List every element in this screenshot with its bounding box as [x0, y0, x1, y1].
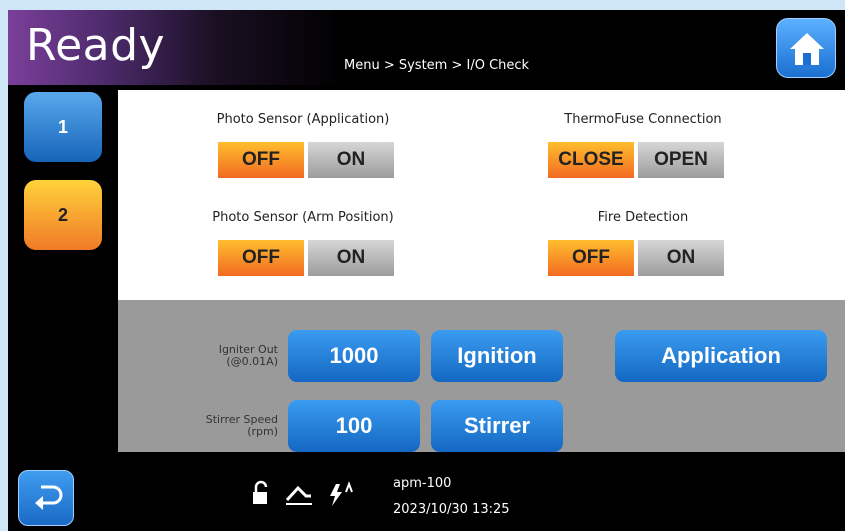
fire-detection-off-button[interactable]: OFF: [548, 240, 634, 276]
stirrer-speed-value-button[interactable]: 100: [288, 400, 420, 452]
stirrer-button[interactable]: Stirrer: [431, 400, 563, 452]
device-screen: Ready Menu > System > I/O Check 1 2 Phot…: [8, 10, 845, 531]
igniter-out-value-button[interactable]: 1000: [288, 330, 420, 382]
model-name: apm-100: [393, 476, 452, 491]
arm-icon: [285, 485, 312, 505]
tab-1[interactable]: 1: [24, 92, 102, 162]
io-status-panel: Photo Sensor (Application) OFF ON Thermo…: [118, 90, 845, 300]
unlock-icon: [253, 480, 268, 504]
flame-icon: [330, 481, 353, 506]
tab-2[interactable]: 2: [24, 180, 102, 250]
igniter-out-label-line2: (@0.01A): [226, 355, 278, 368]
breadcrumb: Menu > System > I/O Check: [344, 58, 530, 73]
photo-sensor-arm-off-button[interactable]: OFF: [218, 240, 304, 276]
ignition-button[interactable]: Ignition: [431, 330, 563, 382]
fire-detection-on-button[interactable]: ON: [638, 240, 724, 276]
thermofuse-close-button[interactable]: CLOSE: [548, 142, 634, 178]
home-button[interactable]: [776, 18, 836, 78]
stirrer-speed-label: Stirrer Speed (rpm): [168, 414, 278, 438]
stirrer-speed-label-line2: (rpm): [247, 425, 278, 438]
photo-sensor-application-off-button[interactable]: OFF: [218, 142, 304, 178]
thermofuse-open-button[interactable]: OPEN: [638, 142, 724, 178]
back-arrow-icon: [35, 485, 63, 510]
thermofuse-connection-label: ThermoFuse Connection: [564, 112, 722, 127]
status-title: Ready: [26, 20, 166, 71]
photo-sensor-application-on-button[interactable]: ON: [308, 142, 394, 178]
igniter-out-label: Igniter Out (@0.01A): [168, 344, 278, 368]
back-button[interactable]: [18, 470, 74, 526]
header-bar: Ready Menu > System > I/O Check: [8, 10, 845, 85]
home-icon: [790, 33, 824, 65]
control-panel: Igniter Out (@0.01A) 1000 Ignition Appli…: [118, 300, 845, 452]
photo-sensor-arm-label: Photo Sensor (Arm Position): [212, 210, 394, 225]
datetime: 2023/10/30 13:25: [393, 502, 510, 517]
application-button[interactable]: Application: [615, 330, 827, 382]
photo-sensor-application-label: Photo Sensor (Application): [216, 112, 390, 127]
photo-sensor-arm-on-button[interactable]: ON: [308, 240, 394, 276]
fire-detection-label: Fire Detection: [597, 210, 689, 225]
